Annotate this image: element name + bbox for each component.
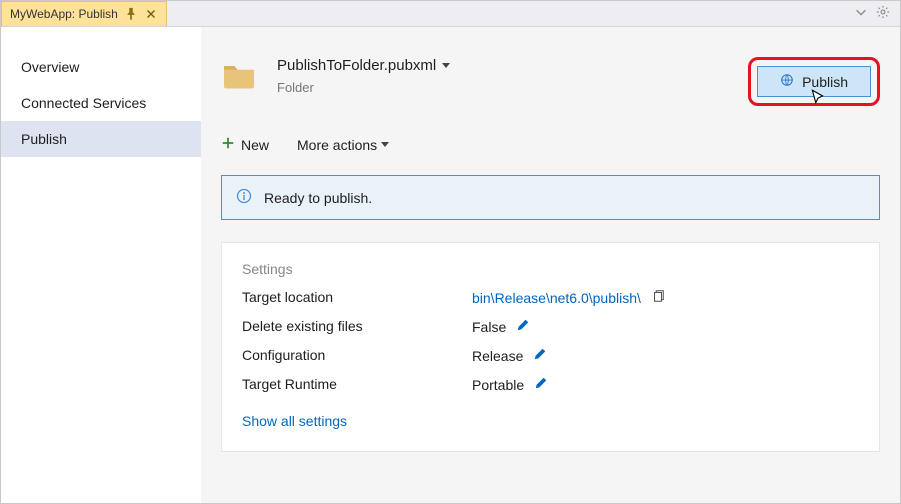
sidebar-item-label: Overview [21,59,79,75]
pencil-icon[interactable] [516,318,530,335]
status-message: Ready to publish. [264,190,372,206]
setting-value-target-location[interactable]: bin\Release\net6.0\publish\ [472,290,641,306]
titlebar: MyWebApp: Publish [1,1,900,27]
sidebar-item-label: Connected Services [21,95,146,111]
globe-icon [780,73,794,90]
content-pane: PublishToFolder.pubxml Folder Publish [201,27,900,503]
setting-value-target-runtime: Portable [472,377,524,393]
setting-value-delete-existing: False [472,319,506,335]
settings-heading: Settings [242,261,859,277]
sidebar-item-overview[interactable]: Overview [1,49,201,85]
publish-profile-type: Folder [277,80,728,95]
info-icon [236,188,252,207]
publish-highlight: Publish [748,57,880,106]
dropdown-icon[interactable] [854,5,868,22]
tab-label: MyWebApp: Publish [10,7,118,21]
document-tab[interactable]: MyWebApp: Publish [1,1,167,26]
setting-label-target-runtime: Target Runtime [242,376,472,393]
sidebar: Overview Connected Services Publish [1,27,201,503]
close-icon[interactable] [144,7,158,21]
setting-value-configuration: Release [472,348,523,364]
chevron-down-icon[interactable] [442,63,450,68]
sidebar-item-connected-services[interactable]: Connected Services [1,85,201,121]
copy-icon[interactable] [651,289,665,306]
setting-label-configuration: Configuration [242,347,472,364]
more-actions-button[interactable]: More actions [297,137,389,153]
show-all-settings-link[interactable]: Show all settings [242,413,859,429]
folder-icon [221,57,257,96]
new-label: New [241,137,269,153]
plus-icon [221,136,235,153]
sidebar-item-label: Publish [21,131,67,147]
publish-profile-name: PublishToFolder.pubxml [277,57,436,74]
pencil-icon[interactable] [534,376,548,393]
pencil-icon[interactable] [533,347,547,364]
chevron-down-icon [381,142,389,147]
new-profile-button[interactable]: New [221,136,269,153]
sidebar-item-publish[interactable]: Publish [1,121,201,157]
setting-label-target-location: Target location [242,289,472,306]
more-actions-label: More actions [297,137,377,153]
pin-icon[interactable] [124,7,138,21]
setting-label-delete-existing: Delete existing files [242,318,472,335]
settings-card: Settings Target location bin\Release\net… [221,242,880,452]
cursor-icon [809,88,827,109]
status-banner: Ready to publish. [221,175,880,220]
gear-icon[interactable] [876,5,890,22]
